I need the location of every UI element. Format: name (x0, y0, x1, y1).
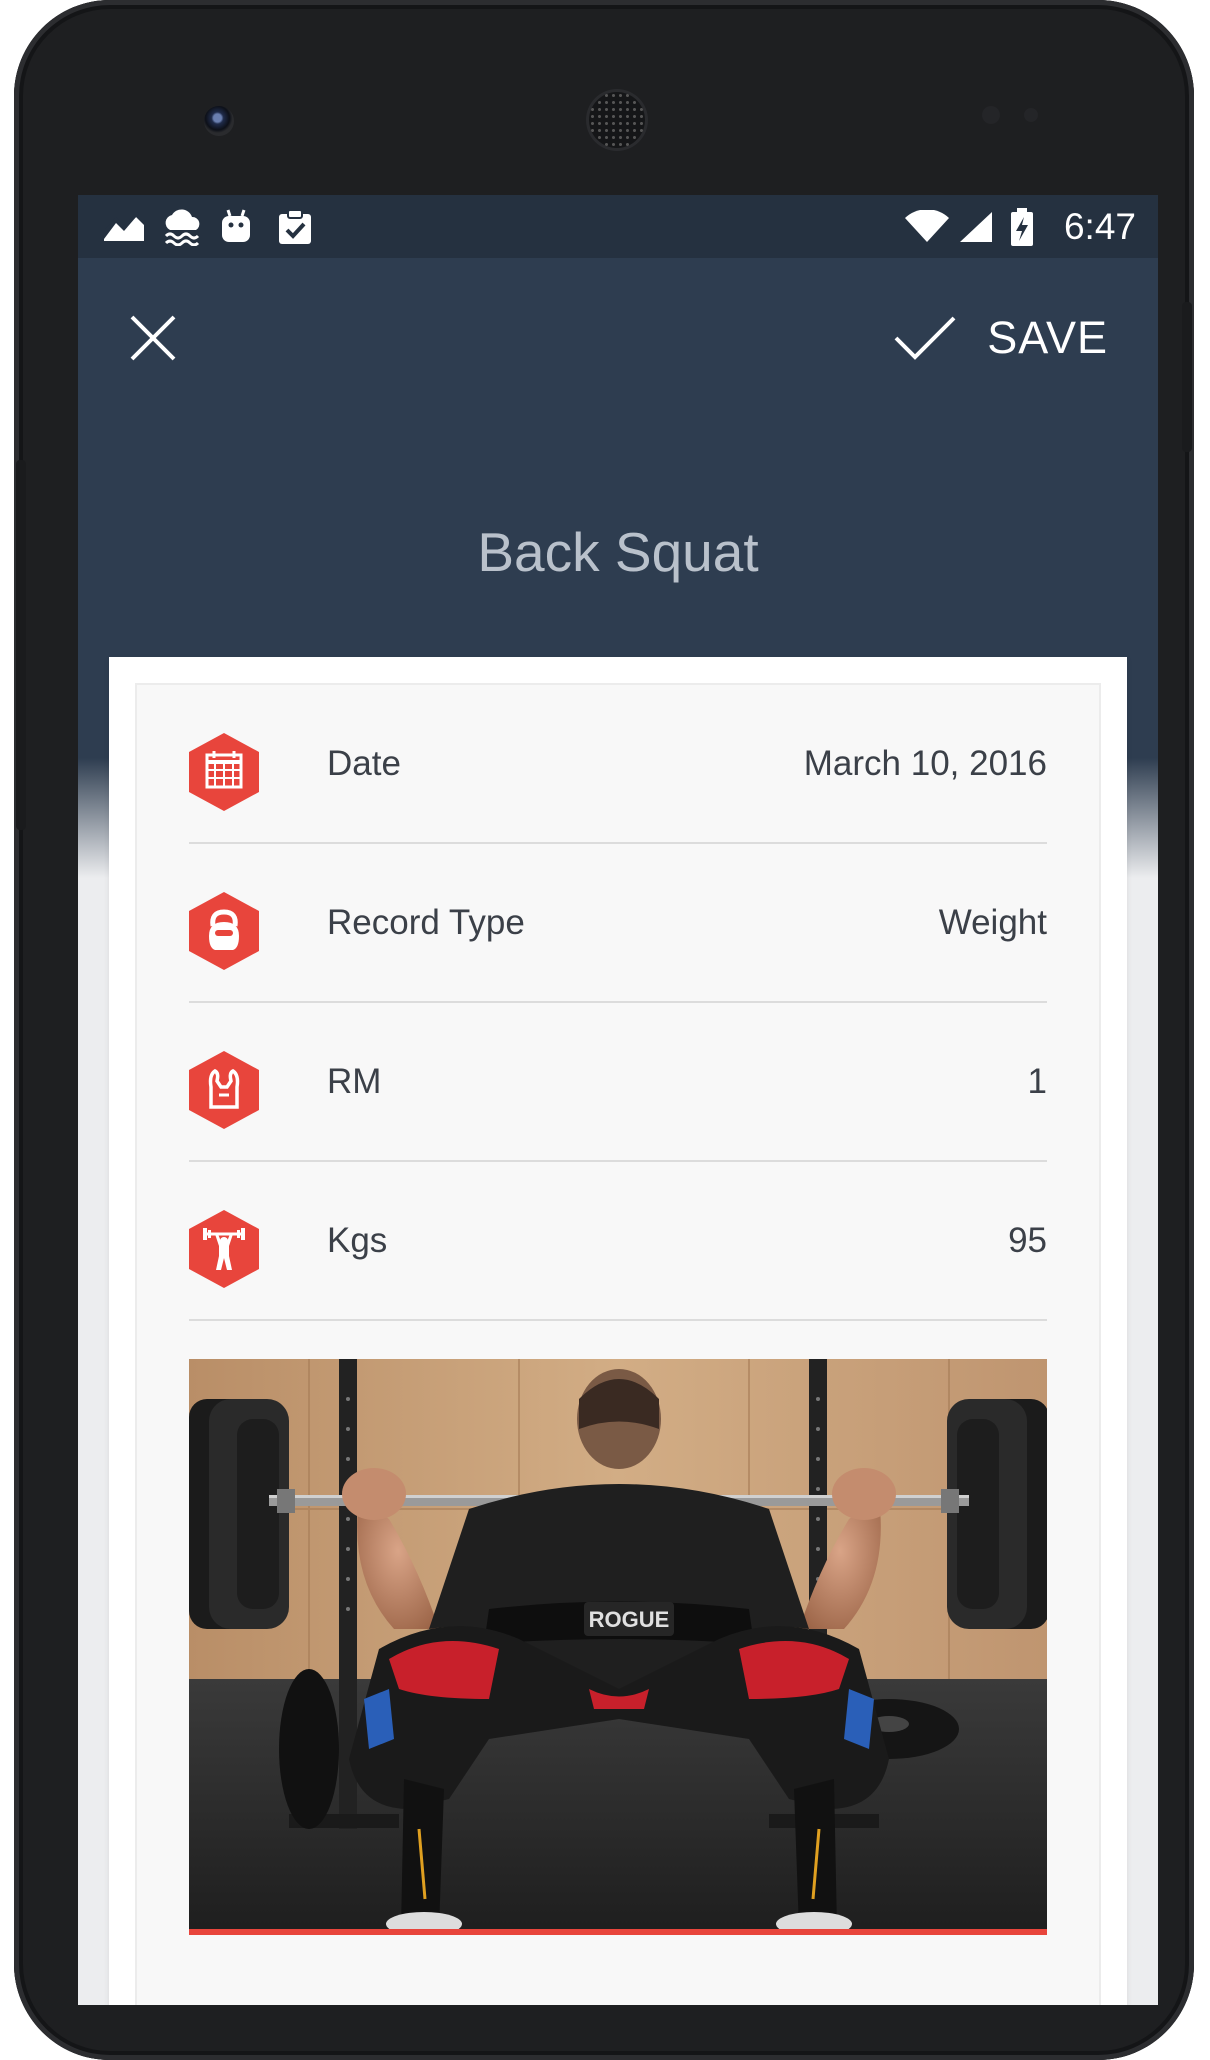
record-photo[interactable]: ROGUE (189, 1359, 1047, 1935)
field-row-rm[interactable]: RM 1 (189, 1003, 1047, 1162)
record-form: Date March 10, 2016 Record Type Weight R… (135, 683, 1101, 2005)
phone-frame: 6:47 SAVE Back Squat Date March 10, 2016… (14, 0, 1194, 2060)
weightlifter-icon (189, 1210, 259, 1288)
light-sensor (1024, 108, 1038, 122)
save-label: SAVE (987, 312, 1108, 363)
close-button[interactable] (118, 303, 188, 373)
clipboard-icon (276, 205, 314, 249)
android-icon (220, 205, 252, 249)
status-time: 6:47 (1063, 206, 1136, 247)
field-label: Kgs (327, 1221, 388, 1260)
power-button (1182, 302, 1192, 452)
field-value: 95 (1008, 1221, 1047, 1260)
check-icon (894, 316, 956, 360)
belt-brand-text: ROGUE (589, 1607, 670, 1632)
battery-icon (1010, 205, 1034, 249)
calendar-icon (189, 733, 259, 811)
squat-photo-image: ROGUE (189, 1359, 1047, 1929)
flexed-arms-icon (189, 1051, 259, 1129)
field-label: Record Type (327, 903, 525, 942)
chart-icon (102, 205, 146, 249)
close-icon (130, 315, 176, 361)
proximity-sensor (982, 106, 1000, 124)
app-screen: 6:47 SAVE Back Squat Date March 10, 2016… (78, 195, 1158, 2005)
wifi-icon (904, 205, 950, 249)
field-row-kgs[interactable]: Kgs 95 (189, 1162, 1047, 1321)
field-row-record-type[interactable]: Record Type Weight (189, 844, 1047, 1003)
field-label: RM (327, 1062, 382, 1101)
record-title: Back Squat (477, 521, 759, 583)
save-button[interactable]: SAVE (893, 298, 1108, 378)
volume-button (16, 460, 26, 830)
record-card: Date March 10, 2016 Record Type Weight R… (109, 657, 1127, 2005)
field-value: 1 (1027, 1062, 1047, 1101)
field-label: Date (327, 744, 401, 783)
status-bar: 6:47 (78, 195, 1158, 258)
earpiece-speaker (589, 92, 645, 148)
front-camera-icon (204, 106, 234, 136)
weather-icon (162, 205, 202, 249)
field-row-date[interactable]: Date March 10, 2016 (189, 685, 1047, 844)
field-value: March 10, 2016 (803, 744, 1047, 783)
field-value: Weight (938, 903, 1047, 942)
signal-icon (958, 205, 994, 249)
kettlebell-icon (189, 892, 259, 970)
